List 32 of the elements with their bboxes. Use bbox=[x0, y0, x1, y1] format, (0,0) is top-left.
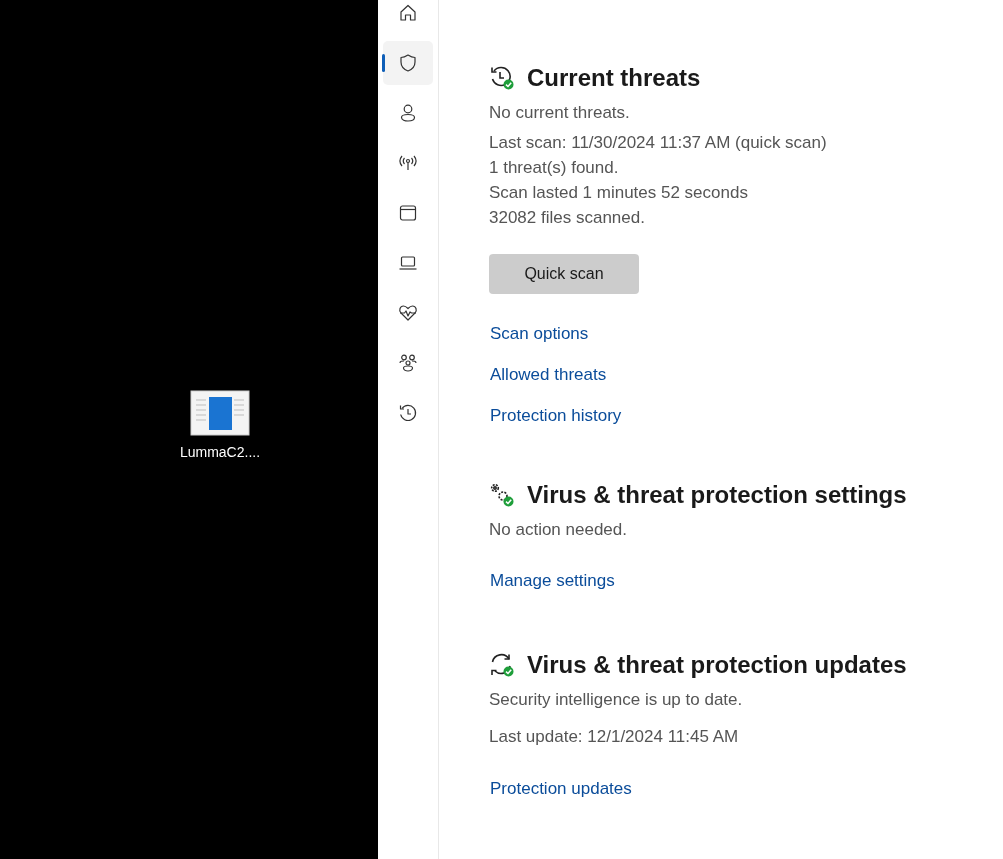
link[interactable]: Manage settings bbox=[490, 570, 615, 592]
status-text: Security intelligence is up to date. bbox=[489, 689, 744, 711]
detail-text: Last scan: 11/30/2024 11:37 AM (quick scan) bbox=[489, 132, 828, 154]
antenna-icon bbox=[398, 153, 418, 173]
detail-text: Scan lasted 1 minutes 52 seconds bbox=[489, 182, 749, 204]
detail-text: 32082 files scanned. bbox=[489, 207, 646, 229]
shield-icon bbox=[398, 53, 418, 73]
file-icon[interactable] bbox=[190, 390, 250, 436]
file-name[interactable]: LummaC2.... bbox=[179, 444, 261, 460]
status-text: No current threats. bbox=[489, 102, 631, 124]
link[interactable]: Protection history bbox=[490, 405, 622, 427]
link[interactable]: Scan options bbox=[490, 323, 589, 345]
window-icon bbox=[398, 203, 418, 223]
person-icon bbox=[398, 103, 418, 123]
detail-text: 1 threat(s) found. bbox=[489, 157, 620, 179]
quick-scan-button[interactable]: Quick scan bbox=[489, 254, 639, 294]
laptop-icon bbox=[398, 253, 418, 273]
section-title: Virus & threat protection updates bbox=[527, 651, 907, 679]
link[interactable]: Protection updates bbox=[490, 778, 632, 800]
section-title: Virus & threat protection settings bbox=[527, 481, 907, 509]
gears-check-icon bbox=[489, 482, 515, 508]
nav-item[interactable] bbox=[383, 41, 433, 85]
detail-text: Last update: 12/1/2024 11:45 AM bbox=[489, 726, 740, 748]
family-icon bbox=[398, 353, 418, 373]
sync-check-icon bbox=[489, 652, 515, 678]
home-icon bbox=[398, 3, 418, 23]
section-title: Current threats bbox=[527, 64, 701, 92]
status-text: No action needed. bbox=[489, 519, 628, 541]
heart-icon bbox=[398, 303, 418, 323]
link[interactable]: Allowed threats bbox=[490, 364, 607, 386]
clock-check-icon bbox=[489, 65, 515, 91]
history-icon bbox=[398, 403, 418, 423]
